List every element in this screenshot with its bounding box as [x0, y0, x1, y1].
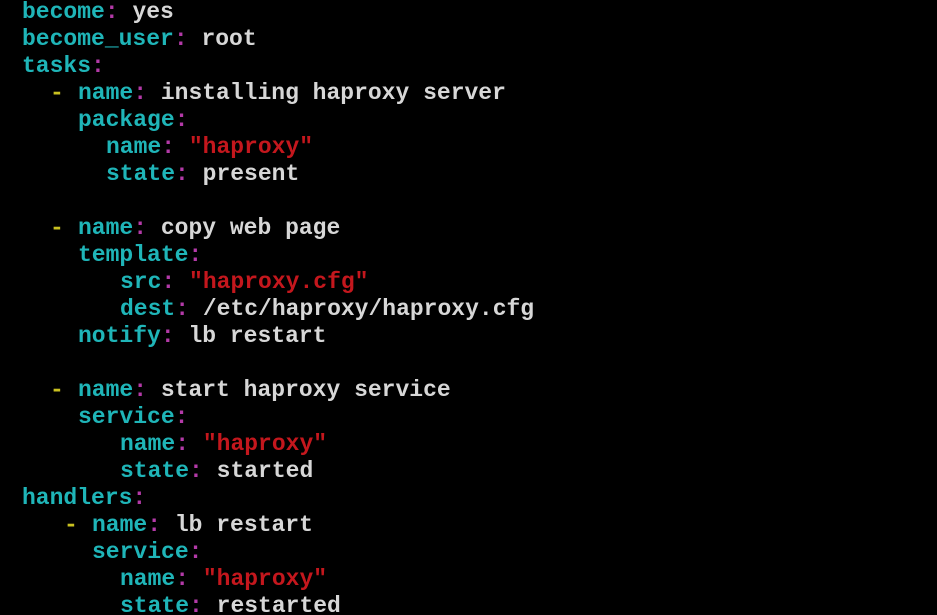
key-value-pair: state: restarted	[120, 593, 341, 615]
quoted-string-value: "haproxy.cfg"	[189, 269, 369, 295]
yaml-key: name	[120, 431, 176, 457]
yaml-value: lb restart	[188, 323, 327, 349]
key-value-pair: name: "haproxy"	[120, 431, 327, 458]
colon: :	[175, 296, 190, 322]
key-value-pair: name: "haproxy"	[106, 134, 313, 161]
yaml-value: installing haproxy server	[160, 80, 506, 106]
key-value-pair: tasks:	[22, 53, 105, 80]
yaml-value: /etc/haproxy/haproxy.cfg	[202, 296, 535, 322]
yaml-value: started	[216, 458, 314, 484]
key-value-pair: service:	[92, 539, 202, 566]
quoted-string-value: "haproxy"	[202, 431, 328, 457]
colon: :	[161, 134, 176, 160]
key-value-pair: name: start haproxy service	[78, 377, 451, 404]
terminal-window[interactable]: become: yes become_user: root tasks: - name:…	[0, 0, 937, 615]
yaml-key: tasks	[22, 53, 92, 79]
yaml-key: become	[22, 0, 105, 25]
colon: :	[175, 161, 189, 187]
colon: :	[174, 107, 189, 133]
yaml-key: name	[78, 80, 134, 106]
quoted-string-value: "haproxy"	[188, 134, 314, 160]
yaml-key: state	[106, 161, 176, 187]
key-value-pair: dest: /etc/haproxy/haproxy.cfg	[120, 296, 534, 323]
key-value-pair: name: installing haproxy server	[78, 80, 506, 107]
yaml-key: state	[120, 458, 190, 484]
colon: :	[175, 431, 190, 457]
colon: :	[133, 215, 148, 241]
colon: :	[160, 323, 175, 349]
yaml-value: lb restart	[174, 512, 313, 538]
yaml-value: present	[202, 161, 300, 187]
yaml-value: copy web page	[160, 215, 341, 241]
yaml-value: restarted	[216, 593, 341, 615]
key-value-pair: name: lb restart	[92, 512, 313, 539]
yaml-key: package	[78, 107, 175, 133]
key-value-pair: notify: lb restart	[78, 323, 326, 350]
list-dash: -	[50, 377, 64, 403]
yaml-key: service	[78, 404, 175, 430]
yaml-key: name	[120, 566, 176, 592]
yaml-value: root	[201, 26, 257, 52]
key-value-pair: template:	[78, 242, 202, 269]
key-value-pair: state: started	[120, 458, 313, 485]
yaml-key: name	[78, 215, 134, 241]
yaml-value: yes	[132, 0, 174, 25]
key-value-pair: become_user: root	[22, 26, 257, 53]
colon: :	[161, 269, 176, 295]
key-value-pair: name: "haproxy"	[120, 566, 327, 593]
yaml-key: notify	[78, 323, 161, 349]
yaml-key: handlers	[22, 485, 133, 511]
colon: :	[189, 458, 203, 484]
colon: :	[189, 593, 203, 615]
yaml-key: become_user	[22, 26, 174, 52]
yaml-key: name	[78, 377, 134, 403]
colon: :	[133, 377, 148, 403]
key-value-pair: package:	[78, 107, 188, 134]
yaml-key: service	[92, 539, 189, 565]
colon: :	[188, 539, 203, 565]
yaml-key: state	[120, 593, 190, 615]
yaml-value: start haproxy service	[160, 377, 451, 403]
colon: :	[132, 485, 147, 511]
colon: :	[173, 26, 188, 52]
key-value-pair: name: copy web page	[78, 215, 340, 242]
colon: :	[104, 0, 119, 25]
quoted-string-value: "haproxy"	[202, 566, 328, 592]
key-value-pair: handlers:	[22, 485, 146, 512]
colon: :	[188, 242, 203, 268]
list-dash: -	[64, 512, 78, 538]
colon: :	[147, 512, 162, 538]
key-value-pair: service:	[78, 404, 188, 431]
colon: :	[133, 80, 148, 106]
yaml-key: dest	[120, 296, 176, 322]
yaml-key: template	[78, 242, 189, 268]
colon: :	[91, 53, 105, 79]
yaml-key: name	[92, 512, 148, 538]
key-value-pair: become: yes	[22, 0, 174, 26]
key-value-pair: src: "haproxy.cfg"	[120, 269, 368, 296]
list-dash: -	[50, 80, 64, 106]
yaml-key: name	[106, 134, 162, 160]
key-value-pair: state: present	[106, 161, 299, 188]
yaml-key: src	[120, 269, 162, 295]
list-dash: -	[50, 215, 64, 241]
colon: :	[174, 404, 189, 430]
colon: :	[175, 566, 190, 592]
